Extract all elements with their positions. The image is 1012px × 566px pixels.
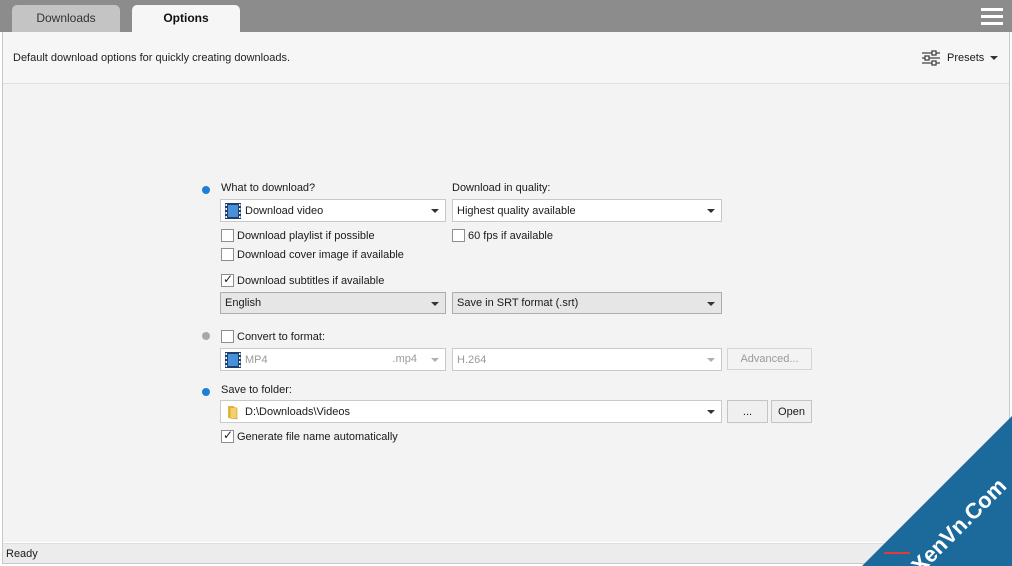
section-bullet-active xyxy=(202,186,210,194)
subtitle-format-select[interactable]: Save in SRT format (.srt) xyxy=(452,292,722,314)
chevron-down-icon xyxy=(431,209,439,213)
convert-checkbox[interactable] xyxy=(221,330,234,343)
advanced-button[interactable]: Advanced... xyxy=(727,348,812,370)
tab-bar: Downloads Options xyxy=(0,0,1012,32)
subtitles-option[interactable]: Download subtitles if available xyxy=(221,272,385,287)
options-content: What to download? Download video Downloa… xyxy=(3,84,1009,542)
convert-extension: .mp4 xyxy=(392,353,417,365)
playlist-option[interactable]: Download playlist if possible xyxy=(221,229,375,242)
open-button[interactable]: Open xyxy=(771,400,812,423)
options-panel: Default download options for quickly cre… xyxy=(2,32,1010,564)
status-bar: Ready xyxy=(3,543,1009,563)
convert-format-value: MP4 xyxy=(245,353,268,366)
playlist-label: Download playlist if possible xyxy=(237,229,375,242)
header-description: Default download options for quickly cre… xyxy=(13,52,290,64)
cover-option[interactable]: Download cover image if available xyxy=(221,248,404,261)
convert-codec-value: H.264 xyxy=(457,353,487,366)
sliders-icon xyxy=(922,50,940,66)
status-text: Ready xyxy=(6,548,38,560)
auto-name-option[interactable]: Generate file name automatically xyxy=(221,428,398,443)
chevron-down-icon xyxy=(431,358,439,362)
subtitles-checkbox[interactable] xyxy=(221,272,234,287)
chevron-down-icon xyxy=(707,209,715,213)
presets-button[interactable]: Presets xyxy=(921,49,999,67)
hamburger-icon[interactable] xyxy=(981,8,1003,25)
auto-name-label: Generate file name automatically xyxy=(237,430,398,443)
subtitles-label: Download subtitles if available xyxy=(237,274,385,287)
tab-options[interactable]: Options xyxy=(132,5,240,32)
what-to-download-select[interactable]: Download video xyxy=(220,199,446,222)
convert-format-select[interactable]: MP4 .mp4 xyxy=(220,348,446,371)
fps-checkbox[interactable] xyxy=(452,229,465,242)
convert-option[interactable]: Convert to format: xyxy=(221,330,325,343)
chevron-down-icon xyxy=(431,302,439,306)
cover-checkbox[interactable] xyxy=(221,248,234,261)
watermark-logo: XenVn.Com xyxy=(862,416,1012,566)
cover-label: Download cover image if available xyxy=(237,248,404,261)
convert-codec-select[interactable]: H.264 xyxy=(452,348,722,371)
what-to-download-label: What to download? xyxy=(221,182,316,194)
quality-label: Download in quality: xyxy=(452,182,551,194)
fps-label: 60 fps if available xyxy=(468,229,553,242)
subtitle-language-select[interactable]: English xyxy=(220,292,446,314)
tab-downloads[interactable]: Downloads xyxy=(12,5,120,32)
film-icon xyxy=(225,351,241,368)
presets-label: Presets xyxy=(947,52,985,64)
save-folder-value: D:\Downloads\Videos xyxy=(245,405,350,418)
auto-name-checkbox[interactable] xyxy=(221,428,234,443)
chevron-down-icon xyxy=(707,358,715,362)
chevron-down-icon xyxy=(707,410,715,414)
save-folder-label: Save to folder: xyxy=(221,384,292,396)
chevron-down-icon xyxy=(707,302,715,306)
subtitle-format-value: Save in SRT format (.srt) xyxy=(457,297,579,309)
section-bullet-inactive xyxy=(202,332,210,340)
convert-label: Convert to format: xyxy=(237,330,326,343)
chevron-down-icon xyxy=(990,56,999,60)
quality-value: Highest quality available xyxy=(457,204,576,217)
subtitle-language-value: English xyxy=(225,297,262,309)
folder-icon xyxy=(225,404,241,420)
section-bullet-active xyxy=(202,388,210,396)
fps-option[interactable]: 60 fps if available xyxy=(452,229,553,242)
quality-select[interactable]: Highest quality available xyxy=(452,199,722,222)
browse-button[interactable]: ... xyxy=(727,400,768,423)
what-to-download-value: Download video xyxy=(245,204,324,217)
options-header: Default download options for quickly cre… xyxy=(3,32,1009,84)
playlist-checkbox[interactable] xyxy=(221,229,234,242)
film-icon xyxy=(225,202,241,219)
save-folder-select[interactable]: D:\Downloads\Videos xyxy=(220,400,722,423)
